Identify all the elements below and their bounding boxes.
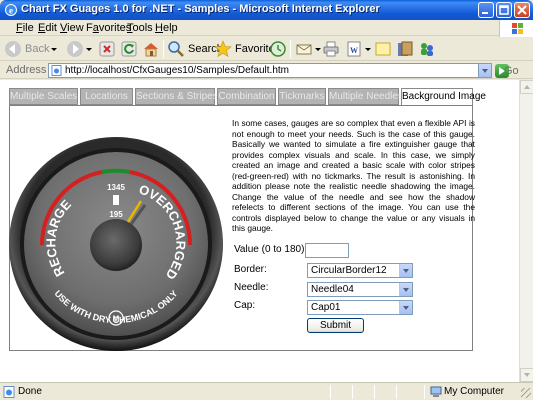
- home-button[interactable]: [142, 39, 160, 59]
- tab-combination[interactable]: Combination: [217, 88, 276, 105]
- gauge-description: In some cases, gauges are so complex tha…: [232, 118, 475, 233]
- forward-button[interactable]: [66, 39, 92, 59]
- scroll-down-button[interactable]: [520, 368, 533, 382]
- page-done-icon: [3, 386, 15, 398]
- gauge-top-number: 1345: [107, 183, 125, 192]
- search-icon: [168, 41, 184, 57]
- vertical-scrollbar[interactable]: [519, 80, 533, 382]
- address-url: http://localhost/CfxGauges10/Samples/Def…: [65, 65, 290, 76]
- tab-multiple-scales[interactable]: Multiple Scales: [9, 88, 78, 105]
- scroll-up-button[interactable]: [520, 80, 533, 94]
- chevron-down-icon: [365, 47, 371, 51]
- chevron-down-icon: [399, 283, 412, 296]
- value-input[interactable]: [305, 243, 349, 258]
- minimize-icon: [482, 12, 488, 14]
- cap-label: Cap:: [234, 300, 256, 311]
- go-button[interactable]: Go: [495, 63, 519, 78]
- back-button[interactable]: Back: [4, 39, 58, 59]
- chevron-down-icon: [399, 301, 412, 314]
- close-button[interactable]: [514, 2, 530, 18]
- menu-edit[interactable]: Edit: [38, 22, 57, 34]
- gauge-bottom-number: 195: [109, 210, 123, 219]
- menu-bar: File Edit View Favorites Tools Help: [0, 20, 533, 36]
- value-label: Value (0 to 180):: [234, 244, 308, 255]
- tab-sections-stripes[interactable]: Sections & Stripes: [135, 88, 218, 105]
- edit-button[interactable]: W: [345, 39, 371, 59]
- printer-icon: [323, 41, 339, 57]
- address-bar: Address http://localhost/CfxGauges10/Sam…: [0, 62, 533, 79]
- stop-icon: [99, 41, 115, 57]
- green-stripe: [101, 168, 131, 174]
- toolbar: Back Search Favorites W: [0, 37, 533, 61]
- resize-grip[interactable]: [521, 388, 531, 398]
- tab-locations[interactable]: Locations: [80, 88, 133, 105]
- status-text: Done: [18, 386, 42, 397]
- page-content: Multiple Scales Locations Sections & Str…: [0, 80, 519, 382]
- stop-button[interactable]: [98, 39, 116, 59]
- refresh-icon: [121, 41, 137, 57]
- needle-label: Needle:: [234, 282, 269, 293]
- refresh-button[interactable]: [120, 39, 138, 59]
- tab-tickmarks[interactable]: Tickmarks: [278, 88, 326, 105]
- border-label: Border:: [234, 264, 267, 275]
- menu-help[interactable]: Help: [155, 22, 178, 34]
- chevron-down-icon: [51, 47, 58, 51]
- submit-button[interactable]: Submit: [307, 318, 364, 333]
- internet-explorer-icon: e: [5, 4, 17, 16]
- minimize-button[interactable]: [478, 2, 494, 18]
- window-title: Chart FX Guages 1.0 for .NET - Samples -…: [21, 3, 380, 15]
- security-zone: My Computer: [444, 386, 505, 397]
- menu-file[interactable]: File: [16, 22, 34, 34]
- print-button[interactable]: [322, 39, 340, 59]
- home-icon: [144, 43, 158, 57]
- svg-text:M: M: [113, 315, 120, 324]
- maximize-button[interactable]: [496, 2, 512, 18]
- history-button[interactable]: [269, 39, 287, 59]
- maximize-icon: [499, 5, 509, 15]
- menu-favorites[interactable]: Favorites: [86, 22, 131, 34]
- svg-text:W: W: [350, 46, 358, 55]
- tab-multiple-needles[interactable]: Multiple Needles: [328, 88, 403, 105]
- status-bar: Done My Computer: [0, 382, 533, 400]
- discuss-button[interactable]: [374, 39, 392, 59]
- star-icon: [214, 40, 232, 58]
- close-icon: [517, 5, 527, 15]
- windows-flag-icon: [512, 23, 523, 34]
- title-bar: e Chart FX Guages 1.0 for .NET - Samples…: [0, 0, 533, 20]
- chevron-down-icon: [315, 47, 321, 51]
- border-select[interactable]: CircularBorder12: [307, 263, 413, 278]
- windows-logo: [499, 20, 533, 37]
- chevron-down-icon: [86, 47, 92, 51]
- back-arrow-icon: [5, 41, 21, 57]
- research-button[interactable]: [396, 39, 414, 59]
- menu-view[interactable]: View: [60, 22, 84, 34]
- svg-text:e: e: [9, 6, 13, 16]
- history-icon: [270, 41, 286, 57]
- cap-select[interactable]: Cap01: [307, 300, 413, 315]
- fire-extinguisher-gauge: 1345 195 RECHARGE OVERCHARGED USE WITH D…: [9, 137, 223, 351]
- research-icon: [398, 41, 413, 56]
- address-dropdown-button[interactable]: [478, 64, 491, 77]
- needle-select[interactable]: Needle04: [307, 282, 413, 297]
- address-label: Address: [6, 64, 47, 76]
- computer-icon: [430, 386, 442, 397]
- mail-icon: [296, 44, 312, 55]
- messenger-icon: [421, 43, 433, 56]
- address-input[interactable]: http://localhost/CfxGauges10/Samples/Def…: [48, 63, 492, 78]
- forward-arrow-icon: [67, 41, 83, 57]
- chevron-down-icon: [399, 264, 412, 277]
- mail-button[interactable]: [295, 39, 321, 59]
- tab-background-image[interactable]: Background Image: [401, 88, 486, 106]
- word-document-icon: W: [347, 41, 361, 57]
- menu-tools[interactable]: Tools: [127, 22, 153, 34]
- note-icon: [375, 42, 391, 56]
- messenger-button[interactable]: [418, 39, 436, 59]
- page-icon: [51, 65, 62, 76]
- gauge-cap: [90, 219, 142, 271]
